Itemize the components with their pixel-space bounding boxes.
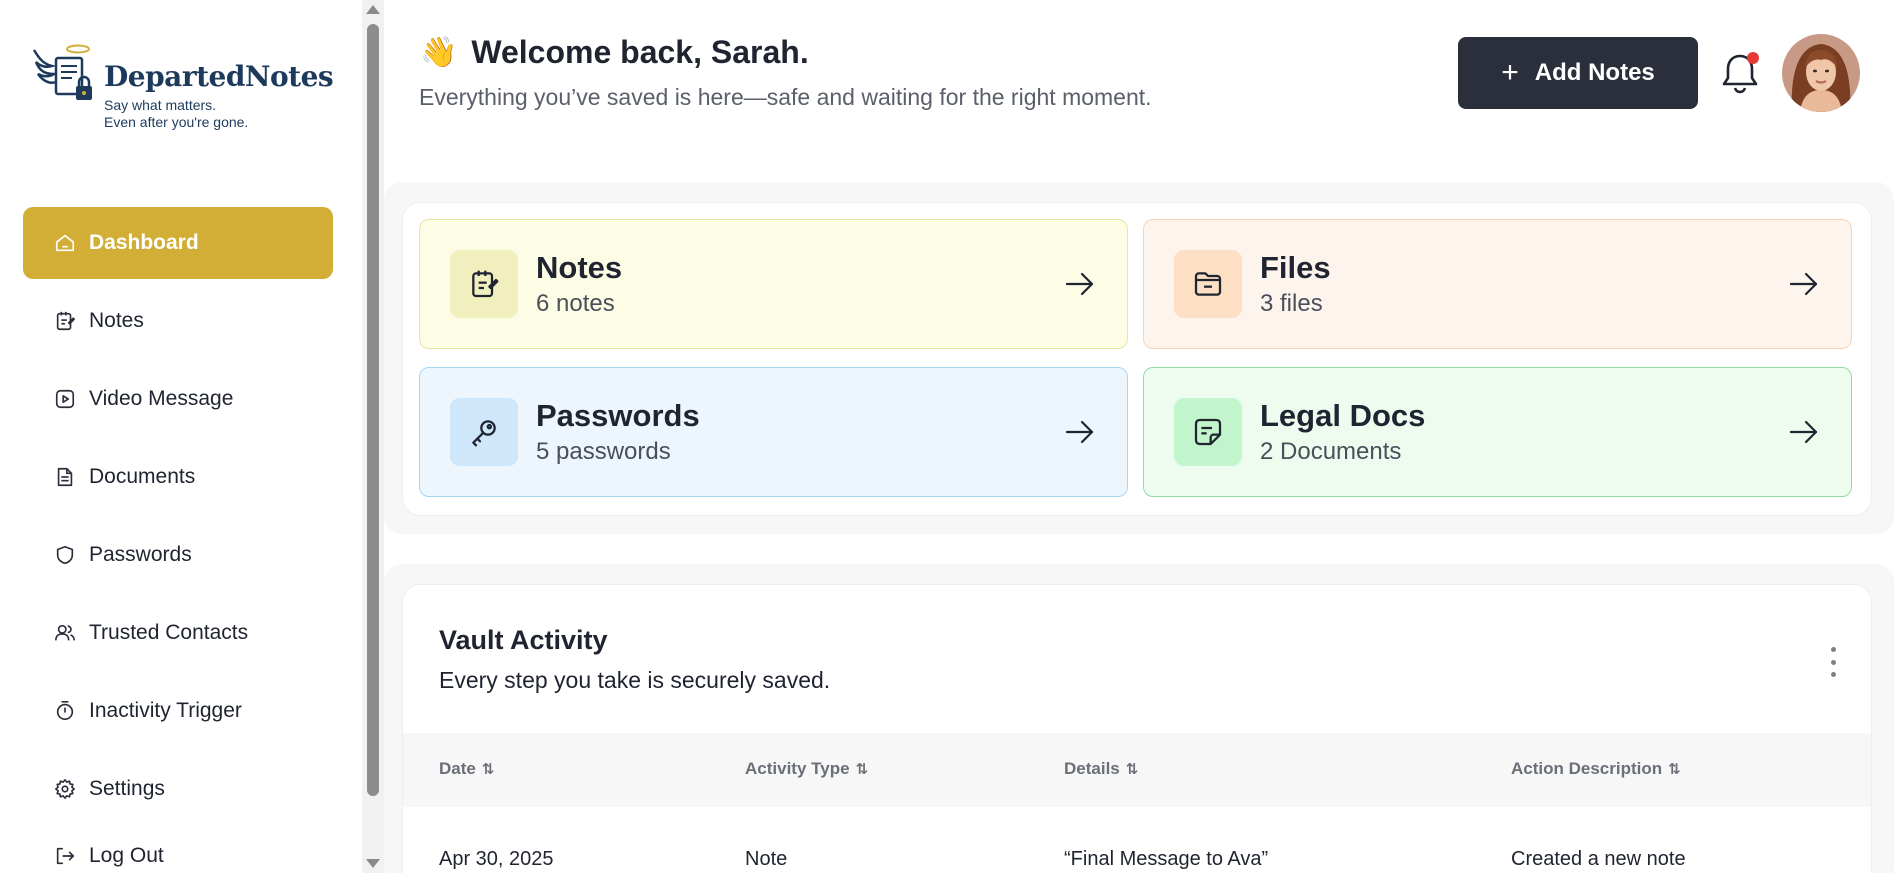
passwords-card[interactable]: Passwords 5 passwords — [419, 367, 1128, 497]
home-icon — [53, 231, 77, 255]
brand-name: DepartedNotes — [104, 60, 334, 93]
brand-tagline-2: Even after you're gone. — [104, 114, 249, 130]
notes-card-text: Notes 6 notes — [536, 250, 1063, 318]
page-header: 👋 Welcome back, Sarah. Everything you’ve… — [384, 0, 1894, 150]
arrow-right-icon — [1065, 420, 1094, 444]
sort-icon: ⇅ — [1125, 761, 1139, 778]
sidebar: DepartedNotes Say what matters. Even aft… — [0, 0, 360, 873]
gear-icon — [53, 777, 77, 801]
users-icon — [53, 621, 77, 645]
stopwatch-icon — [53, 699, 77, 723]
sidebar-item-logout[interactable]: Log Out — [23, 831, 333, 873]
scroll-thumb[interactable] — [367, 24, 379, 796]
video-icon — [53, 387, 77, 411]
sort-icon: ⇅ — [1668, 761, 1681, 778]
sidebar-item-notes[interactable]: Notes — [23, 285, 333, 357]
column-header-activity-type[interactable]: Activity Type ⇅ — [745, 759, 868, 779]
arrow-right-icon — [1065, 272, 1094, 296]
add-notes-label: Add Notes — [1534, 59, 1655, 86]
logo-mark-icon — [32, 44, 92, 100]
scroll-down-arrow-icon[interactable] — [366, 859, 380, 868]
waving-hand-icon: 👋 — [420, 36, 458, 69]
files-card[interactable]: Files 3 files — [1143, 219, 1852, 349]
row-action-description: Created a new note — [1511, 848, 1686, 870]
page-subtitle: Everything you’ve saved is here—safe and… — [419, 84, 1152, 110]
passwords-card-count: 5 passwords — [536, 438, 671, 465]
files-card-count: 3 files — [1260, 290, 1323, 317]
files-card-title: Files — [1260, 250, 1331, 285]
notes-card-title: Notes — [536, 250, 623, 285]
sidebar-item-documents[interactable]: Documents — [23, 441, 333, 513]
sidebar-item-settings[interactable]: Settings — [23, 753, 333, 825]
plus-icon: + — [1501, 56, 1519, 89]
arrow-right-icon — [1789, 272, 1818, 296]
sidebar-nav: Dashboard Notes Video Message Documents — [23, 207, 333, 873]
vault-activity-title: Vault Activity — [439, 625, 608, 655]
sidebar-item-trusted-contacts[interactable]: Trusted Contacts — [23, 597, 333, 669]
document-icon — [53, 465, 77, 489]
sidebar-item-video-message[interactable]: Video Message — [23, 363, 333, 435]
brand-logo[interactable]: DepartedNotes Say what matters. Even aft… — [30, 42, 334, 131]
sort-icon: ⇅ — [855, 761, 869, 778]
sidebar-item-label: Inactivity Trigger — [89, 699, 242, 722]
legal-docs-card-title: Legal Docs — [1260, 398, 1426, 433]
legal-docs-card-text: Legal Docs 2 Documents — [1260, 398, 1787, 466]
more-options-icon[interactable] — [1829, 647, 1837, 677]
logo-text: DepartedNotes Say what matters. Even aft… — [104, 60, 334, 131]
notification-dot — [1747, 52, 1759, 64]
passwords-card-title: Passwords — [536, 398, 700, 433]
sidebar-item-dashboard[interactable]: Dashboard — [23, 207, 333, 279]
avatar[interactable] — [1782, 34, 1860, 112]
column-header-details[interactable]: Details ⇅ — [1064, 759, 1138, 779]
legal-docs-card[interactable]: Legal Docs 2 Documents — [1143, 367, 1852, 497]
sidebar-scrollbar[interactable] — [362, 0, 384, 873]
logout-icon — [53, 844, 77, 868]
sort-icon: ⇅ — [481, 761, 495, 778]
page-title: 👋 Welcome back, Sarah. — [420, 34, 809, 71]
notepad-icon — [450, 250, 518, 318]
column-header-action-description[interactable]: Action Description ⇅ — [1511, 759, 1681, 779]
files-card-text: Files 3 files — [1260, 250, 1787, 318]
activity-table-header: Date ⇅ Activity Type ⇅ Details ⇅ Action Des… — [403, 733, 1871, 807]
sidebar-item-label: Log Out — [89, 844, 164, 867]
sidebar-item-inactivity-trigger[interactable]: Inactivity Trigger — [23, 675, 333, 747]
folder-icon — [1174, 250, 1242, 318]
sidebar-item-label: Documents — [89, 465, 196, 488]
brand-tagline-1: Say what matters. — [104, 97, 217, 113]
key-icon — [450, 398, 518, 466]
legal-docs-card-count: 2 Documents — [1260, 438, 1402, 465]
sidebar-item-label: Passwords — [89, 543, 192, 566]
sidebar-item-label: Settings — [89, 777, 165, 800]
row-details: “Final Message to Ava” — [1064, 848, 1269, 870]
notepad-icon — [53, 309, 77, 333]
sidebar-item-label: Video Message — [89, 387, 234, 410]
sidebar-item-label: Trusted Contacts — [89, 621, 249, 644]
vault-activity-panel: Vault Activity Every step you take is se… — [402, 584, 1872, 873]
arrow-right-icon — [1789, 420, 1818, 444]
add-notes-button[interactable]: + Add Notes — [1458, 37, 1698, 109]
sidebar-item-label: Notes — [89, 309, 144, 332]
sidebar-item-label: Dashboard — [89, 231, 199, 254]
shield-icon — [53, 543, 77, 567]
app-root: DepartedNotes Say what matters. Even aft… — [0, 0, 1894, 873]
welcome-text: Welcome back, Sarah. — [471, 34, 809, 70]
vault-activity-subtitle: Every step you take is securely saved. — [439, 667, 831, 693]
sticky-note-icon — [1174, 398, 1242, 466]
column-header-date[interactable]: Date ⇅ — [439, 759, 494, 779]
notes-card[interactable]: Notes 6 notes — [419, 219, 1128, 349]
row-date: Apr 30, 2025 — [439, 848, 554, 870]
notes-card-count: 6 notes — [536, 290, 615, 317]
scroll-up-arrow-icon[interactable] — [366, 5, 380, 14]
passwords-card-text: Passwords 5 passwords — [536, 398, 1063, 466]
sidebar-item-passwords[interactable]: Passwords — [23, 519, 333, 591]
row-activity-type: Note — [745, 848, 788, 870]
